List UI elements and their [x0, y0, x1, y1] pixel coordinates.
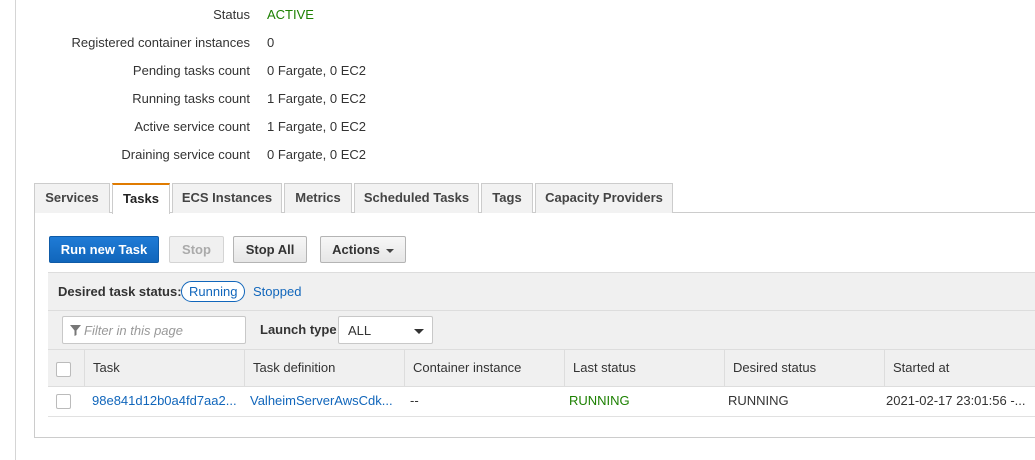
funnel-icon [70, 325, 81, 336]
running-label: Running tasks count [132, 91, 250, 106]
filter-bar: Filter in this page Launch type ALL [48, 311, 1035, 349]
stop-button[interactable]: Stop [169, 236, 224, 263]
column-header-last-status[interactable]: Last status [564, 350, 724, 386]
pending-value: 0 Fargate, 0 EC2 [267, 63, 366, 78]
tab-scheduled-tasks[interactable]: Scheduled Tasks [354, 183, 479, 213]
chevron-down-icon [385, 248, 394, 253]
filter-placeholder: Filter in this page [84, 323, 183, 338]
registered-value: 0 [267, 35, 275, 50]
desired-status-value: RUNNING [728, 393, 789, 408]
column-header-started-at[interactable]: Started at [884, 350, 1035, 386]
run-new-task-button[interactable]: Run new Task [49, 236, 159, 263]
column-header-container-instance[interactable]: Container instance [404, 350, 564, 386]
active-service-label: Active service count [134, 119, 250, 134]
pending-label: Pending tasks count [132, 63, 250, 78]
column-header-desired-status[interactable]: Desired status [724, 350, 884, 386]
column-header-task-definition[interactable]: Task definition [244, 350, 404, 386]
launch-type-select[interactable]: ALL [338, 316, 433, 344]
tab-services[interactable]: Services [34, 183, 110, 213]
registered-label: Registered container instances [71, 35, 251, 50]
column-header-task[interactable]: Task [84, 350, 244, 386]
tab-metrics[interactable]: Metrics [284, 183, 352, 213]
chevron-down-icon [414, 329, 424, 334]
stop-all-button[interactable]: Stop All [233, 236, 307, 263]
row-checkbox[interactable] [56, 394, 71, 409]
actions-dropdown[interactable]: Actions [320, 236, 406, 263]
launch-type-label: Launch type [260, 322, 337, 337]
stopped-filter-link[interactable]: Stopped [253, 284, 301, 299]
container-instance-value: -- [410, 393, 419, 408]
running-filter-pill[interactable]: Running [181, 281, 246, 302]
status-label: Status [213, 7, 250, 22]
draining-row: Draining service count 0 Fargate, 0 EC2 [0, 145, 400, 165]
draining-label: Draining service count [121, 147, 250, 162]
running-value: 1 Fargate, 0 EC2 [267, 91, 366, 106]
tasks-table-header: Task Task definition Container instance … [48, 349, 1035, 387]
select-all-checkbox[interactable] [56, 362, 71, 377]
launch-type-value: ALL [348, 323, 372, 338]
tab-tags[interactable]: Tags [481, 183, 533, 213]
running-row: Running tasks count 1 Fargate, 0 EC2 [0, 89, 400, 109]
tab-capacity-providers[interactable]: Capacity Providers [535, 183, 673, 213]
last-status-value: RUNNING [569, 393, 630, 408]
actions-label: Actions [332, 242, 380, 257]
desired-status-label: Desired task status: [58, 284, 182, 299]
started-at-value: 2021-02-17 23:01:56 -... [886, 393, 1026, 408]
draining-value: 0 Fargate, 0 EC2 [267, 147, 366, 162]
registered-row: Registered container instances 0 [0, 33, 400, 53]
tab-tasks[interactable]: Tasks [112, 183, 170, 214]
status-value: ACTIVE [267, 7, 314, 22]
tab-ecs-instances[interactable]: ECS Instances [172, 183, 282, 213]
active-service-row: Active service count 1 Fargate, 0 EC2 [0, 117, 400, 137]
pending-row: Pending tasks count 0 Fargate, 0 EC2 [0, 61, 400, 81]
active-service-value: 1 Fargate, 0 EC2 [267, 119, 366, 134]
table-row: 98e841d12b0a4fd7aa2... ValheimServerAwsC… [48, 387, 1035, 417]
status-row: Status ACTIVE [0, 5, 400, 25]
task-definition-link[interactable]: ValheimServerAwsCdk... [250, 387, 400, 416]
filter-input[interactable]: Filter in this page [62, 316, 246, 344]
desired-status-bar: Desired task status: Running Stopped [48, 272, 1035, 311]
task-id-link[interactable]: 98e841d12b0a4fd7aa2... [92, 387, 242, 416]
